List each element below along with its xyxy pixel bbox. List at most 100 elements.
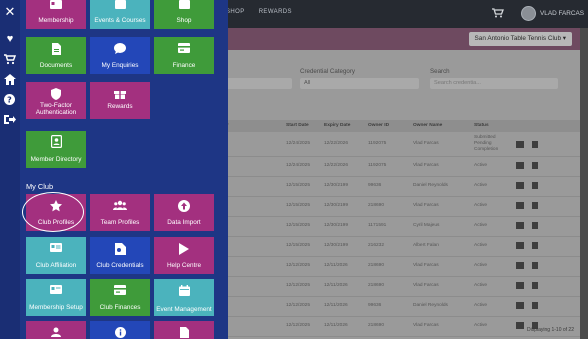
- id-card-icon: [26, 285, 86, 297]
- details-icon[interactable]: [516, 262, 524, 269]
- cell-owner: Vlad Farcas: [413, 141, 439, 146]
- cell-owner-id: 1192075: [368, 141, 387, 146]
- left-filter-select[interactable]: [226, 78, 292, 89]
- tile-member-directory[interactable]: Member Directory: [26, 131, 86, 168]
- tile-two-factor-authentication[interactable]: Two-Factor Authentication: [26, 82, 86, 119]
- details-icon[interactable]: [516, 222, 524, 229]
- cell-status: Active: [474, 323, 488, 328]
- details-icon[interactable]: [516, 242, 524, 249]
- tile-shop[interactable]: Shop: [154, 0, 214, 29]
- tile-partial-3[interactable]: [154, 321, 214, 339]
- page-scrollbar[interactable]: [580, 28, 588, 339]
- tile-rewards[interactable]: Rewards: [90, 82, 150, 119]
- cell-start: 12/15/2025: [286, 203, 311, 208]
- tile-club-credentials[interactable]: Club Credentials: [90, 237, 150, 274]
- tile-label: Finance: [172, 62, 196, 69]
- help-icon[interactable]: ?: [4, 94, 16, 106]
- col-header-start-date[interactable]: Start Date: [286, 123, 309, 128]
- chat-bubble-icon: [90, 43, 150, 55]
- cell-owner: Vlad Farcas: [413, 163, 439, 168]
- tile-event-management[interactable]: Event Management: [154, 279, 214, 316]
- col-header-expiry-date[interactable]: Expiry Date: [324, 123, 350, 128]
- tile-label: Member Directory: [30, 156, 82, 163]
- cart-icon[interactable]: [4, 54, 16, 66]
- tile-membership[interactable]: Membership: [26, 0, 86, 29]
- person-icon[interactable]: [532, 282, 538, 289]
- table-row: 12/12/2025 12/11/2026 99636 Daniel Reyno…: [228, 296, 580, 317]
- tile-team-profiles[interactable]: Team Profiles: [90, 194, 150, 231]
- person-icon[interactable]: [532, 222, 538, 229]
- col-header-owner-id[interactable]: Owner ID: [368, 123, 389, 128]
- tile-club-finances[interactable]: Club Finances: [90, 279, 150, 316]
- calendar-icon: [90, 0, 150, 12]
- heart-icon[interactable]: ♥: [4, 33, 16, 45]
- team-icon: [90, 200, 150, 212]
- person-icon[interactable]: [532, 302, 538, 309]
- details-icon[interactable]: [516, 141, 524, 148]
- shield-icon: [26, 88, 86, 100]
- credential-category-value: All: [304, 80, 311, 86]
- table-row: 12/12/2025 12/11/2026 218690 Vlad Farcas…: [228, 256, 580, 277]
- info-icon: [90, 327, 150, 339]
- credential-category-select[interactable]: All: [300, 78, 419, 89]
- pagination-summary: Displaying 1-10 of 22: [527, 327, 574, 333]
- cell-expiry: 12/22/2026: [324, 163, 349, 168]
- details-icon[interactable]: [516, 162, 524, 169]
- tile-events-courses[interactable]: Events & Courses: [90, 0, 150, 29]
- sign-out-icon[interactable]: [4, 114, 16, 126]
- cell-owner: Albert Falan: [413, 243, 439, 248]
- cell-owner-id: 218690: [368, 283, 385, 288]
- person-icon[interactable]: [532, 242, 538, 249]
- tile-membership-setup[interactable]: Membership Setup: [26, 279, 86, 316]
- cell-expiry: 12/30/2199: [324, 223, 349, 228]
- person-icon[interactable]: [532, 141, 538, 148]
- club-header-band: San Antonio Table Tennis Club ▾: [228, 28, 580, 50]
- nav-shop-link[interactable]: SHOP: [226, 9, 245, 15]
- cell-owner-id: 99636: [368, 183, 382, 188]
- tile-finance[interactable]: Finance: [154, 37, 214, 74]
- cell-status: Active: [474, 163, 488, 168]
- details-icon[interactable]: [516, 322, 524, 329]
- tile-partial-1[interactable]: [26, 321, 86, 339]
- tile-partial-2[interactable]: [90, 321, 150, 339]
- person-icon[interactable]: [532, 162, 538, 169]
- tile-documents[interactable]: Documents: [26, 37, 86, 74]
- menu-icon-strip: ✕ ♥ ?: [0, 0, 20, 339]
- cart-icon[interactable]: [492, 8, 504, 18]
- details-icon[interactable]: [516, 202, 524, 209]
- cell-status: Active: [474, 203, 488, 208]
- tile-club-affiliation[interactable]: Club Affiliation: [26, 237, 86, 274]
- details-icon[interactable]: [516, 282, 524, 289]
- cell-owner-id: 1171591: [368, 223, 387, 228]
- nav-rewards-link[interactable]: REWARDS: [259, 9, 292, 15]
- person-icon[interactable]: [532, 182, 538, 189]
- cell-start: 12/12/2025: [286, 323, 311, 328]
- tile-label: Club Finances: [99, 304, 141, 311]
- svg-text:?: ?: [7, 95, 12, 104]
- search-input[interactable]: Search credentia...: [430, 78, 558, 89]
- search-label: Search: [430, 68, 450, 75]
- cell-owner: Daniel Reynolds: [413, 183, 448, 188]
- cell-owner: Vlad Farcas: [413, 203, 439, 208]
- gift-icon: [90, 88, 150, 100]
- person-icon[interactable]: [532, 202, 538, 209]
- tile-help-centre[interactable]: Help Centre: [154, 237, 214, 274]
- person-icon[interactable]: [532, 262, 538, 269]
- background-page: San Antonio Table Tennis Club ▾ Credenti…: [224, 28, 580, 339]
- col-header-owner-name[interactable]: Owner Name: [413, 123, 442, 128]
- close-icon[interactable]: ✕: [4, 5, 16, 18]
- tile-data-import[interactable]: Data Import: [154, 194, 214, 231]
- details-icon[interactable]: [516, 182, 524, 189]
- cell-expiry: 12/30/2199: [324, 183, 349, 188]
- tile-my-enquiries[interactable]: My Enquiries: [90, 37, 150, 74]
- details-icon[interactable]: [516, 302, 524, 309]
- col-header-status[interactable]: Status: [474, 123, 489, 128]
- user-menu[interactable]: VLAD FARCAS: [521, 6, 584, 21]
- calendar-icon: [154, 285, 214, 297]
- tile-label: Club Affiliation: [35, 262, 77, 269]
- home-icon[interactable]: [4, 74, 16, 86]
- highlight-circle: [22, 192, 84, 232]
- club-select[interactable]: San Antonio Table Tennis Club ▾: [468, 32, 572, 46]
- table-row: 12/15/2025 12/30/2199 216232 Albert Fala…: [228, 236, 580, 257]
- id-card-icon: [26, 243, 86, 255]
